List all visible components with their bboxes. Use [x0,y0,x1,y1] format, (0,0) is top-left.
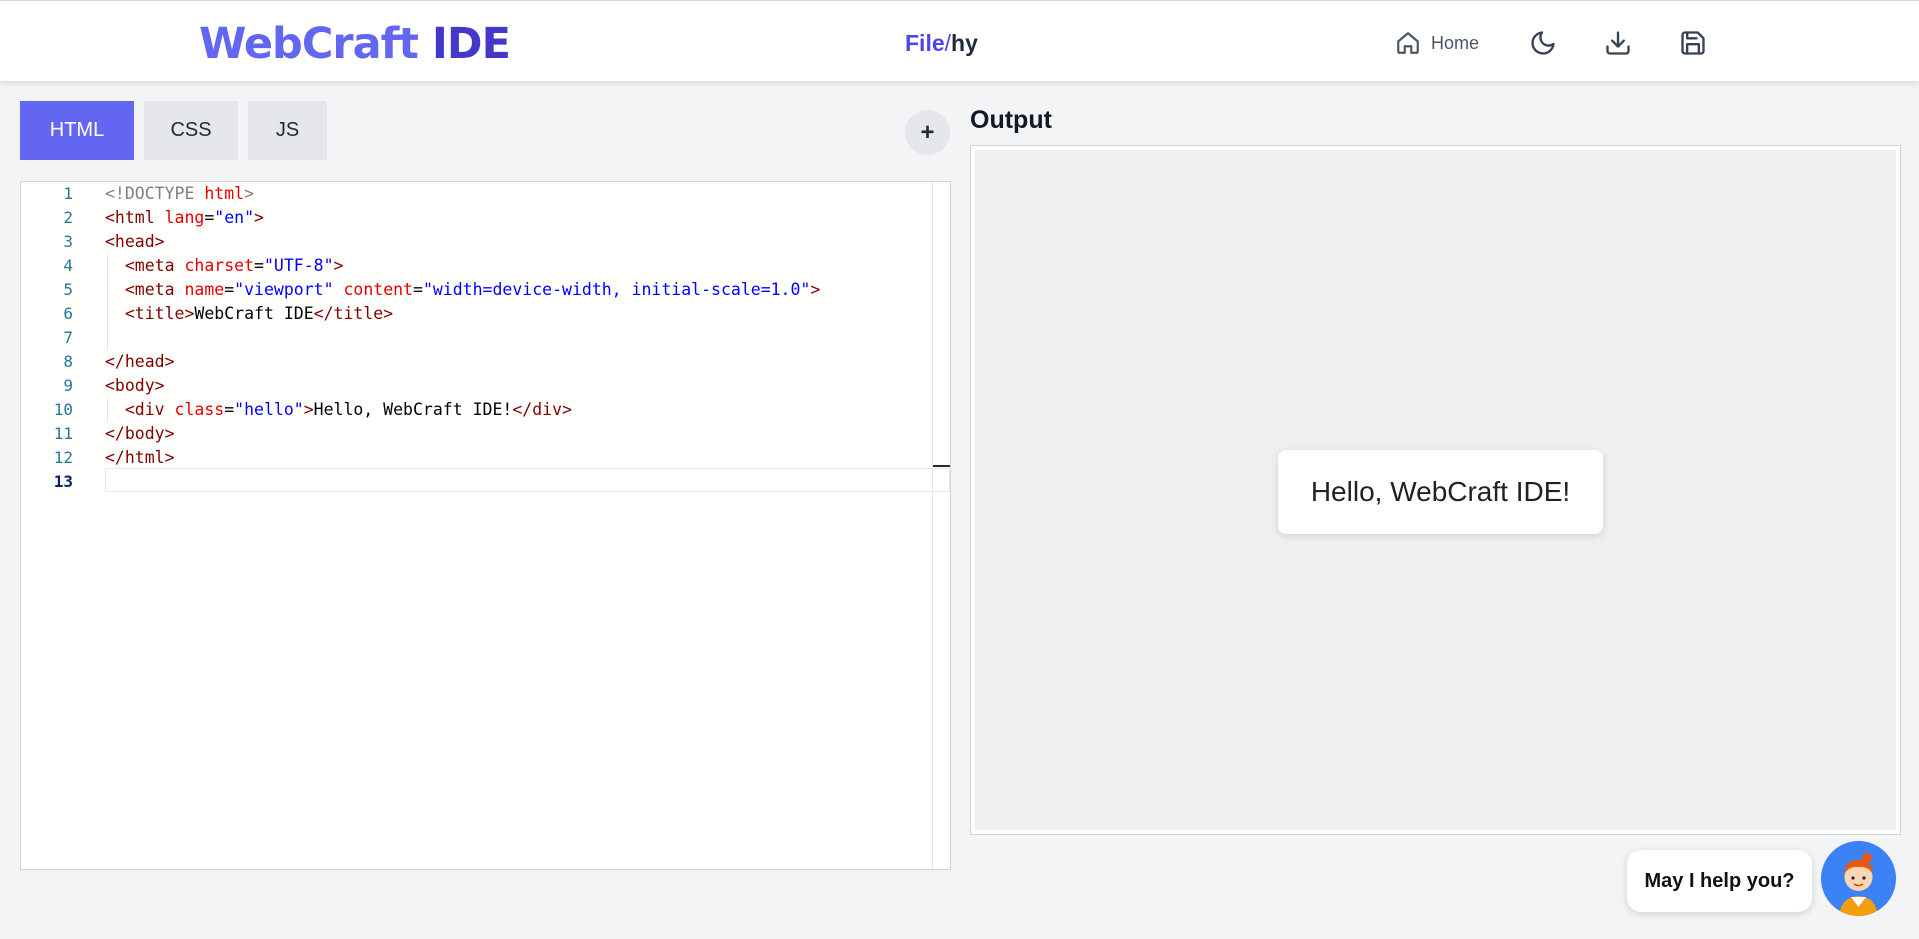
line-number: 9 [63,376,73,395]
code-token: <title> [124,304,195,323]
breadcrumb-current-file: hy [951,30,978,56]
save-button[interactable] [1679,29,1707,57]
line-number: 4 [63,256,73,275]
top-header: WebCraft IDE File/hy Home [0,0,1919,81]
line-number-gutter: 1 2 3 4 5 6 7 8 9 10 11 12 13 [21,182,101,869]
logo-text-webcraft: WebCraft [199,19,419,69]
code-token: = [224,280,235,299]
code-token: = [224,400,235,419]
moon-icon [1531,31,1555,55]
line-number: 2 [63,208,73,227]
code-token: content [343,280,413,299]
code-token: charset [184,256,255,275]
line-number: 3 [63,232,73,251]
code-line: </head> [105,350,175,374]
line-number: 13 [53,472,73,491]
current-line-highlight [105,468,950,492]
app-logo[interactable]: WebCraft IDE [199,19,511,69]
code-token: "en" [214,208,255,227]
code-token: name [184,280,225,299]
code-token: > [303,400,314,419]
code-token: <body> [105,376,165,395]
line-number: 7 [63,328,73,347]
tab-html[interactable]: HTML [20,101,134,160]
code-token: > [244,184,255,203]
code-token: <meta [124,256,185,275]
code-token: "UTF-8" [263,256,334,275]
code-line: <title>WebCraft IDE</title> [105,302,393,326]
preview-hello-card: Hello, WebCraft IDE! [1278,450,1603,534]
code-token: "viewport" [234,280,334,299]
code-token: lang [164,208,205,227]
code-token: </html> [105,448,175,467]
code-token: </title> [313,304,394,323]
line-number: 10 [53,400,73,419]
code-token: "hello" [234,400,304,419]
code-token: <div [124,400,175,419]
save-icon [1681,31,1705,55]
code-token: WebCraft IDE [194,304,314,323]
home-link[interactable]: Home [1395,29,1479,57]
home-icon [1397,32,1419,54]
code-token: = [413,280,423,299]
code-token: > [810,280,821,299]
add-file-button[interactable]: + [905,110,950,155]
tab-js[interactable]: JS [248,101,327,160]
logo-text-ide: IDE [431,19,511,69]
code-token: html [204,184,245,203]
code-line: <div class="hello">Hello, WebCraft IDE!<… [105,398,572,422]
line-number: 6 [63,304,73,323]
code-token: > [333,256,344,275]
code-line: <body> [105,374,165,398]
help-bubble[interactable]: May I help you? [1627,850,1812,912]
code-line: <!DOCTYPE html> [105,182,254,206]
code-token: <meta [124,280,185,299]
code-token: > [254,208,264,227]
assistant-avatar-icon [1839,853,1878,916]
code-token: <!DOCTYPE [105,184,205,203]
code-token: = [254,256,264,275]
download-icon [1606,31,1630,55]
line-number: 5 [63,280,73,299]
tab-css[interactable]: CSS [144,101,238,160]
code-editor[interactable]: 1 2 3 4 5 6 7 8 9 10 11 12 13 <!DOCTYPE html> <html l… [20,181,951,870]
code-token: class [174,400,225,419]
code-token: = [204,208,215,227]
editor-scrollbar[interactable] [932,182,933,869]
code-line: </body> [105,422,175,446]
line-number: 11 [53,424,73,443]
home-label: Home [1431,32,1480,53]
indent-guide [107,398,108,422]
dark-mode-toggle[interactable] [1529,29,1557,57]
code-token: </body> [105,424,175,443]
code-line: </html> [105,446,175,470]
code-token: "width=device-width, initial-scale=1.0" [422,280,811,299]
output-preview-body: Hello, WebCraft IDE! [975,150,1896,830]
output-title: Output [970,106,1052,134]
code-line: <head> [105,230,165,254]
code-token: </div> [512,400,572,419]
line-number: 12 [53,448,73,467]
code-line: <meta charset="UTF-8"> [105,254,344,278]
breadcrumb-root[interactable]: File [905,30,945,56]
code-line: <meta name="viewport" content="width=dev… [105,278,820,302]
assistant-avatar-button[interactable] [1821,841,1896,916]
output-preview: Hello, WebCraft IDE! [970,145,1901,835]
download-button[interactable] [1604,29,1632,57]
breadcrumb: File/hy [905,29,978,57]
code-token: <html [105,208,165,227]
indent-guide [107,254,108,350]
code-token: Hello, WebCraft IDE! [313,400,513,419]
code-token: </head> [105,352,175,371]
line-number: 1 [63,184,73,203]
scrollbar-cursor-marker [933,465,950,467]
code-token: <head> [105,232,165,251]
line-number: 8 [63,352,73,371]
code-line: <html lang="en"> [105,206,264,230]
